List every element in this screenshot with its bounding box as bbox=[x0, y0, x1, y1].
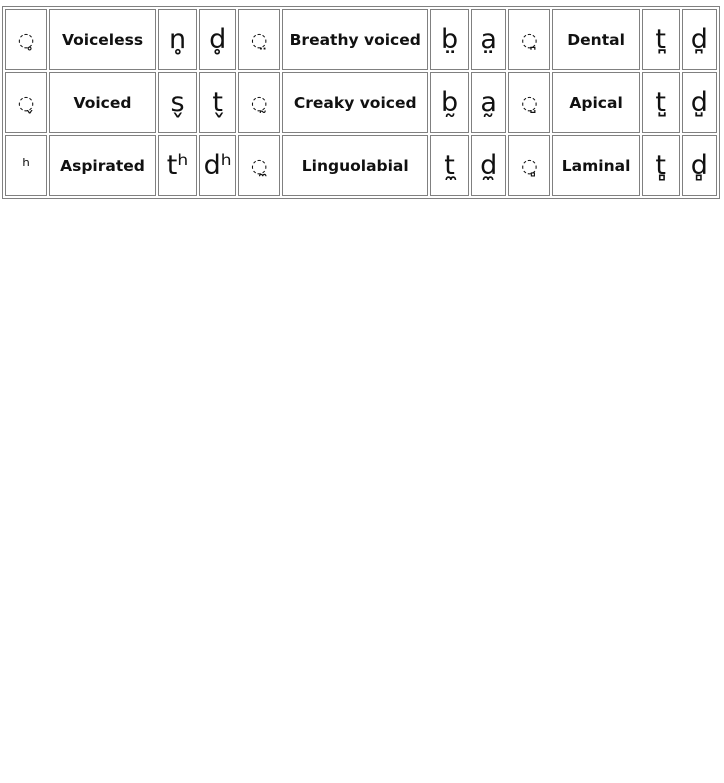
diacritic-name: Breathy voiced bbox=[282, 9, 429, 70]
example-1: s̬ bbox=[157, 72, 198, 133]
example-1: n̥ bbox=[157, 9, 198, 70]
table-row: ʰ Aspirated tʰ dʰ ◌̼ Linguolabial t̼ d̼ ◌̻ Lamina… bbox=[5, 135, 717, 196]
diacritic-symbol: ◌̥ bbox=[5, 9, 48, 70]
example-2: a̰ bbox=[470, 72, 507, 133]
diacritic-symbol: ◌̬ bbox=[5, 72, 48, 133]
diacritic-name: Voiced bbox=[49, 72, 156, 133]
example-1: t̪ bbox=[641, 9, 680, 70]
diacritic-name: Aspirated bbox=[49, 135, 156, 196]
diacritic-symbol: ◌̻ bbox=[508, 135, 551, 196]
example-2: d̻ bbox=[681, 135, 717, 196]
diacritic-symbol: ◌̰ bbox=[238, 72, 281, 133]
example-2: d̺ bbox=[681, 72, 717, 133]
diacritic-symbol: ◌̤ bbox=[238, 9, 281, 70]
example-2: a̤ bbox=[470, 9, 507, 70]
example-2: d̥ bbox=[199, 9, 237, 70]
example-1: b̰ bbox=[430, 72, 469, 133]
ipa-diacritics-table: ◌̥ Voiceless n̥ d̥ ◌̤ Breathy voiced b̤ a̤ ◌̪ Den… bbox=[2, 6, 720, 199]
example-1: t̺ bbox=[641, 72, 680, 133]
example-2: dʰ bbox=[199, 135, 237, 196]
diacritic-name: Creaky voiced bbox=[282, 72, 429, 133]
example-1: b̤ bbox=[430, 9, 469, 70]
diacritic-symbol: ◌̪ bbox=[508, 9, 551, 70]
example-2: t̬ bbox=[199, 72, 237, 133]
diacritic-name: Apical bbox=[552, 72, 640, 133]
diacritic-name: Voiceless bbox=[49, 9, 156, 70]
diacritic-name: Laminal bbox=[552, 135, 640, 196]
diacritic-symbol: ◌̼ bbox=[238, 135, 281, 196]
diacritic-symbol: ʰ bbox=[5, 135, 48, 196]
example-2: d̼ bbox=[470, 135, 507, 196]
diacritic-name: Dental bbox=[552, 9, 640, 70]
diacritic-name: Linguolabial bbox=[282, 135, 429, 196]
example-2: d̪ bbox=[681, 9, 717, 70]
table-row: ◌̥ Voiceless n̥ d̥ ◌̤ Breathy voiced b̤ a̤ ◌̪ Den… bbox=[5, 9, 717, 70]
table-row: ◌̬ Voiced s̬ t̬ ◌̰ Creaky voiced b̰ a̰ ◌̺ Apical t… bbox=[5, 72, 717, 133]
example-1: t̻ bbox=[641, 135, 680, 196]
diacritic-symbol: ◌̺ bbox=[508, 72, 551, 133]
example-1: tʰ bbox=[157, 135, 198, 196]
example-1: t̼ bbox=[430, 135, 469, 196]
